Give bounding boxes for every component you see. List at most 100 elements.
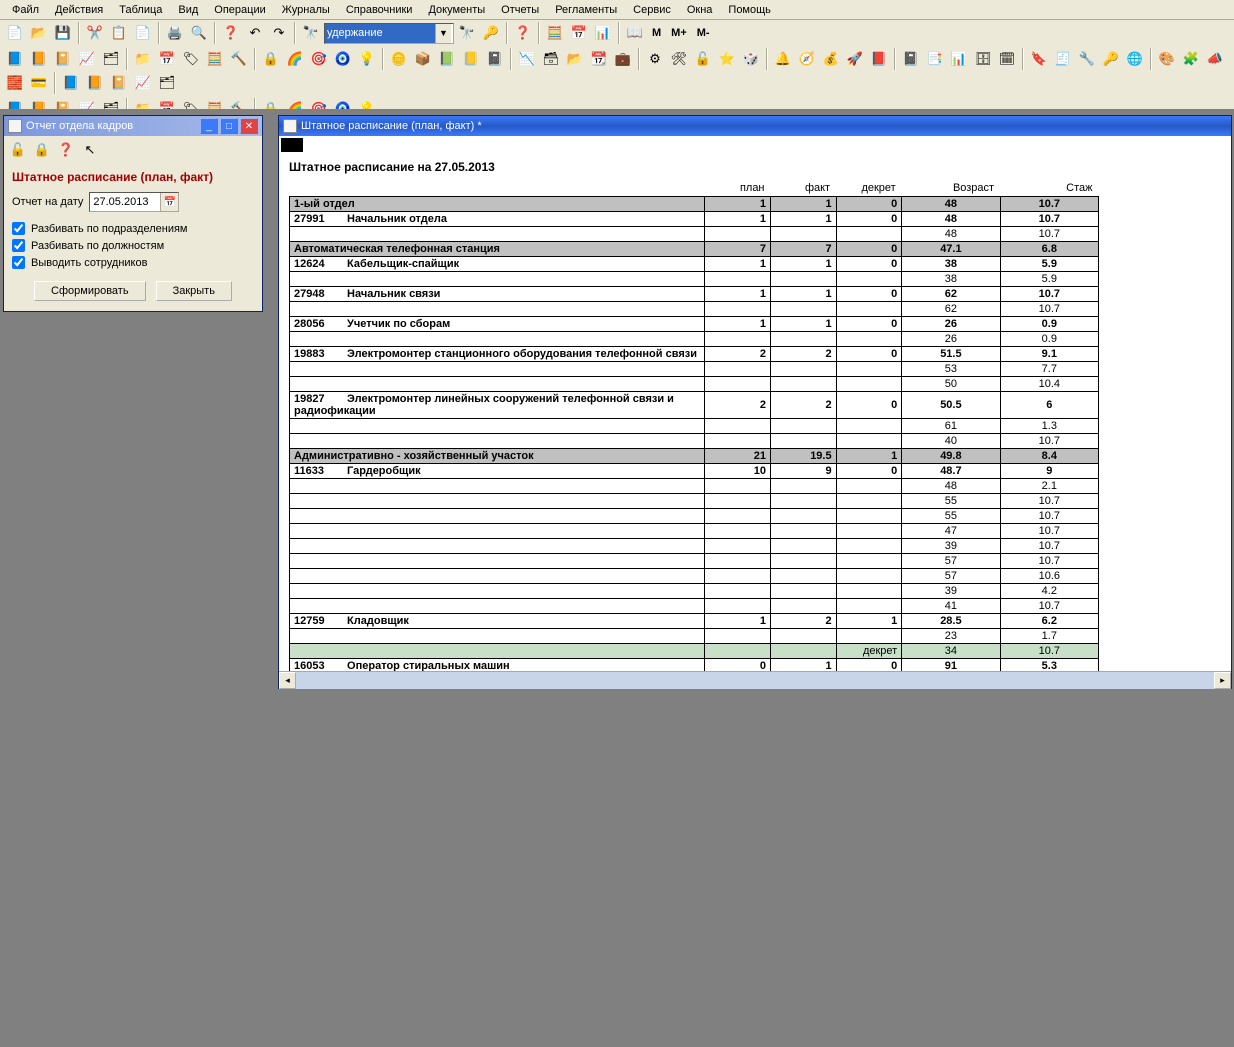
panel-titlebar[interactable]: Отчет отдела кадров _ □ ✕ xyxy=(4,116,262,136)
toolbar-icon[interactable]: 🎲 xyxy=(740,48,762,70)
menu-table[interactable]: Таблица xyxy=(111,2,170,18)
chk-by-department[interactable] xyxy=(12,222,25,235)
toolbar-icon[interactable]: 💰 xyxy=(820,48,842,70)
calendar-picker-icon[interactable]: 📅 xyxy=(160,193,178,211)
menu-documents[interactable]: Документы xyxy=(420,2,493,18)
table-row[interactable]: 5510.7 xyxy=(290,509,1099,524)
find-icon[interactable]: 🔭 xyxy=(300,22,322,44)
toolbar-icon[interactable]: 🧿 xyxy=(332,48,354,70)
toolbar-icon[interactable]: 📕 xyxy=(868,48,890,70)
toolbar-icon[interactable]: 🏷 xyxy=(180,48,202,70)
toolbar-icon[interactable]: 🧮 xyxy=(204,48,226,70)
calendar-icon[interactable]: 📅 xyxy=(568,22,590,44)
menu-service[interactable]: Сервис xyxy=(625,2,679,18)
toolbar-icon[interactable]: 📦 xyxy=(412,48,434,70)
table-row[interactable]: Административно - хозяйственный участок2… xyxy=(290,449,1099,464)
toolbar-icon[interactable]: 🎨 xyxy=(1156,48,1178,70)
table-row[interactable]: 385.9 xyxy=(290,272,1099,287)
toolbar-icon[interactable]: 🧾 xyxy=(1052,48,1074,70)
toolbar-icon[interactable]: 📆 xyxy=(588,48,610,70)
new-icon[interactable]: 📄 xyxy=(4,22,26,44)
table-row[interactable]: 5010.4 xyxy=(290,377,1099,392)
toolbar-icon[interactable]: 🎯 xyxy=(308,48,330,70)
book-icon[interactable]: 📖 xyxy=(624,22,646,44)
report-titlebar[interactable]: Штатное расписание (план, факт) * xyxy=(279,116,1231,136)
toolbar-icon[interactable]: 📁 xyxy=(132,48,154,70)
save-icon[interactable]: 💾 xyxy=(52,22,74,44)
paste-icon[interactable]: 📄 xyxy=(132,22,154,44)
table-row[interactable]: 6210.7 xyxy=(290,302,1099,317)
pointer-icon[interactable]: ↖ xyxy=(79,139,101,161)
toolbar-icon[interactable]: 🛠 xyxy=(668,48,690,70)
table-row[interactable]: 11633 Гардеробщик109048.79 xyxy=(290,464,1099,479)
table-row[interactable]: Автоматическая телефонная станция77047.1… xyxy=(290,242,1099,257)
toolbar-icon[interactable]: 📔 xyxy=(108,72,130,94)
toolbar-icon[interactable]: 📙 xyxy=(84,72,106,94)
toolbar-icon[interactable]: 💳 xyxy=(28,72,50,94)
toolbar-icon[interactable]: 🌐 xyxy=(1124,48,1146,70)
table-row[interactable]: 28056 Учетчик по сборам110260.9 xyxy=(290,317,1099,332)
toolbar-icon[interactable]: 🧭 xyxy=(796,48,818,70)
help-icon[interactable]: ❓ xyxy=(220,22,242,44)
selection-box[interactable] xyxy=(281,138,303,152)
toolbar-icon[interactable]: 💼 xyxy=(612,48,634,70)
toolbar-icon[interactable]: 🗂 xyxy=(100,48,122,70)
menu-reglaments[interactable]: Регламенты xyxy=(547,2,625,18)
table-row[interactable]: 12624 Кабельщик-спайщик110385.9 xyxy=(290,257,1099,272)
chart-icon[interactable]: 📊 xyxy=(592,22,614,44)
table-row[interactable]: 4710.7 xyxy=(290,524,1099,539)
table-row[interactable]: 537.7 xyxy=(290,362,1099,377)
menu-journals[interactable]: Журналы xyxy=(274,2,338,18)
redo-icon[interactable]: ↷ xyxy=(268,22,290,44)
horizontal-scrollbar[interactable]: ◂ ▸ xyxy=(279,671,1231,688)
date-input-wrapper[interactable]: 📅 xyxy=(89,192,179,212)
menu-help[interactable]: Помощь xyxy=(720,2,779,18)
toolbar-icon[interactable]: 🧱 xyxy=(4,72,26,94)
toolbar-icon[interactable]: ⚙ xyxy=(644,48,666,70)
m-button[interactable]: М xyxy=(648,22,665,44)
toolbar-icon[interactable]: 📉 xyxy=(516,48,538,70)
m-minus-button[interactable]: М- xyxy=(693,22,714,44)
toolbar-icon[interactable]: 📔 xyxy=(52,48,74,70)
toolbar-icon[interactable]: 🧩 xyxy=(1180,48,1202,70)
toolbar-icon[interactable]: 🔓 xyxy=(692,48,714,70)
menu-file[interactable]: Файл xyxy=(4,2,47,18)
toolbar-icon[interactable]: 📘 xyxy=(4,48,26,70)
table-row[interactable]: 260.9 xyxy=(290,332,1099,347)
table-row[interactable]: декрет3410.7 xyxy=(290,644,1099,659)
checkbox-row-1[interactable]: Разбивать по подразделениям xyxy=(12,222,254,235)
toolbar-icon[interactable]: 📒 xyxy=(460,48,482,70)
checkbox-row-3[interactable]: Выводить сотрудников xyxy=(12,256,254,269)
toolbar-icon[interactable]: 🔨 xyxy=(228,48,250,70)
scroll-left-icon[interactable]: ◂ xyxy=(279,672,296,689)
open-icon[interactable]: 📂 xyxy=(28,22,50,44)
table-row[interactable]: 5510.7 xyxy=(290,494,1099,509)
table-row[interactable]: 27991 Начальник отдела1104810.7 xyxy=(290,212,1099,227)
table-row[interactable]: 4810.7 xyxy=(290,227,1099,242)
table-row[interactable]: 394.2 xyxy=(290,584,1099,599)
toolbar-icon[interactable]: 🔑 xyxy=(1100,48,1122,70)
toolbar-icon[interactable]: 📈 xyxy=(132,72,154,94)
table-row[interactable]: 4010.7 xyxy=(290,434,1099,449)
scroll-right-icon[interactable]: ▸ xyxy=(1214,672,1231,689)
copy-icon[interactable]: 📋 xyxy=(108,22,130,44)
table-row[interactable]: 231.7 xyxy=(290,629,1099,644)
toolbar-icon[interactable]: 🚀 xyxy=(844,48,866,70)
checkbox-row-2[interactable]: Разбивать по должностям xyxy=(12,239,254,252)
search-combo[interactable]: ▼ xyxy=(324,23,454,44)
toolbar-icon[interactable]: 📙 xyxy=(28,48,50,70)
table-row[interactable]: 12759 Кладовщик12128.56.2 xyxy=(290,614,1099,629)
question-icon[interactable]: ❓ xyxy=(512,22,534,44)
toolbar-icon[interactable]: 🗓 xyxy=(996,48,1018,70)
table-row[interactable]: 3910.7 xyxy=(290,539,1099,554)
toolbar-icon[interactable]: 🌈 xyxy=(284,48,306,70)
table-row[interactable]: 482.1 xyxy=(290,479,1099,494)
menu-reports[interactable]: Отчеты xyxy=(493,2,547,18)
lock-icon[interactable]: 🔓 xyxy=(7,139,29,161)
toolbar-icon[interactable]: ⭐ xyxy=(716,48,738,70)
toolbar-icon[interactable]: 🗃 xyxy=(540,48,562,70)
menu-view[interactable]: Вид xyxy=(170,2,206,18)
toolbar-icon[interactable]: 🗂 xyxy=(156,72,178,94)
table-row[interactable]: 611.3 xyxy=(290,419,1099,434)
toolbar-icon[interactable]: 🪙 xyxy=(388,48,410,70)
